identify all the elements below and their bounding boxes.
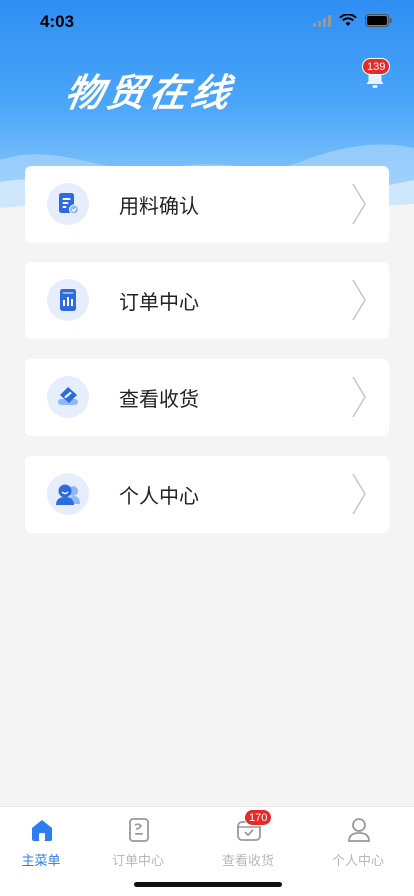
tab-personal-center[interactable]: 个人中心 [306,807,410,875]
cellular-signal-icon [313,14,331,27]
tab-view-receipt[interactable]: 170 查看收货 [196,807,300,875]
status-time: 4:03 [40,12,75,31]
menu-icon-wrap [47,279,89,321]
document-check-icon [59,193,80,215]
home-icon [32,820,52,841]
menu-item-label: 用料确认 [119,196,199,218]
menu-item-view-receipt[interactable]: 查看收货 [25,359,389,436]
tab-label: 查看收货 [221,853,274,868]
receive-ticket-icon [58,387,78,405]
battery-icon [365,14,392,27]
chevron-right-icon [352,183,366,225]
order-report-icon [60,289,76,311]
home-indicator [134,882,282,887]
menu-item-label: 个人中心 [119,486,199,508]
chevron-right-icon [352,376,366,418]
tab-label: 订单中心 [111,853,164,868]
status-bar: 4:03 [0,0,414,44]
users-icon [56,484,80,505]
menu-item-personal-center[interactable]: 个人中心 [25,456,389,533]
menu-icon-wrap [47,376,89,418]
tab-label: 个人中心 [331,853,384,868]
chevron-right-icon [352,279,366,321]
tab-badge: 170 [244,809,273,826]
menu-item-material-confirm[interactable]: 用料确认 [25,166,389,243]
wifi-icon [339,14,357,26]
app-title: 物贸在线 [61,71,238,115]
chevron-right-icon [352,473,366,515]
tab-label: 主菜单 [21,853,61,868]
person-icon [348,818,370,842]
notification-badge: 139 [362,58,391,75]
menu-item-label: 订单中心 [119,292,199,314]
menu-icon-wrap [47,473,89,515]
status-icons [313,14,392,27]
menu-item-label: 查看收货 [119,389,199,411]
tab-main-menu[interactable]: 主菜单 [0,807,93,875]
order-doc-icon [129,818,149,842]
menu-item-order-center[interactable]: 订单中心 [25,262,389,339]
tab-order-center[interactable]: 订单中心 [86,807,190,875]
notification-button[interactable]: 139 [362,58,391,88]
menu-icon-wrap [47,183,89,225]
